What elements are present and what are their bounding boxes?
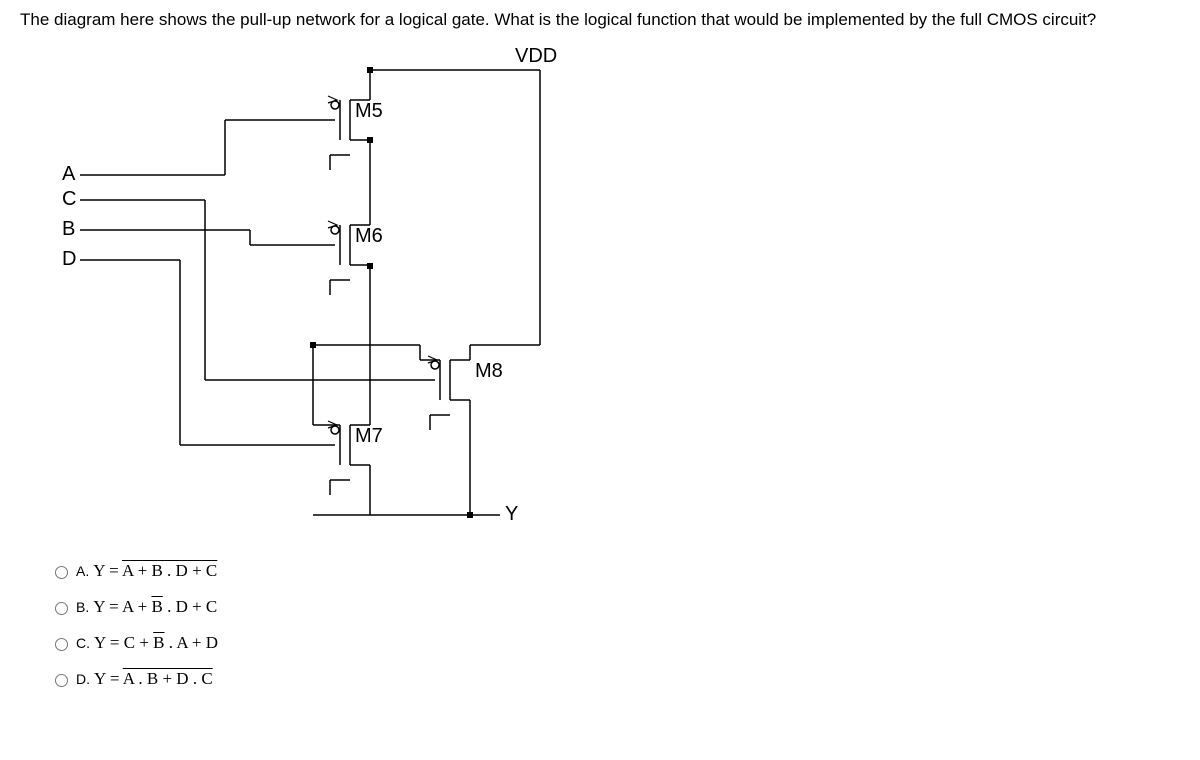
label-c: C: [62, 188, 76, 211]
option-c[interactable]: C. Y = C + B . A + D: [50, 633, 1180, 653]
label-b: B: [62, 218, 75, 241]
circuit-diagram: VDD A C B D M5 M6 M7 M8 Y: [50, 45, 650, 545]
label-m6: M6: [355, 225, 383, 248]
option-c-text: Y = C + B . A + D: [94, 633, 218, 653]
option-a-radio[interactable]: [55, 566, 68, 579]
label-m5: M5: [355, 100, 383, 123]
option-c-letter: C.: [76, 635, 90, 651]
option-d-text: Y = A . B + D . C: [94, 669, 213, 689]
option-a[interactable]: A. Y = A + B . D + C: [50, 561, 1180, 581]
option-b-radio[interactable]: [55, 602, 68, 615]
label-m7: M7: [355, 425, 383, 448]
label-vdd: VDD: [515, 45, 557, 68]
option-d[interactable]: D. Y = A . B + D . C: [50, 669, 1180, 689]
answer-options: A. Y = A + B . D + C B. Y = A + B . D + …: [50, 561, 1180, 689]
label-d: D: [62, 248, 76, 271]
option-c-radio[interactable]: [55, 638, 68, 651]
option-d-radio[interactable]: [55, 674, 68, 687]
option-b-letter: B.: [76, 599, 89, 615]
option-b-text: Y = A + B . D + C: [93, 597, 217, 617]
option-a-letter: A.: [76, 563, 89, 579]
option-b[interactable]: B. Y = A + B . D + C: [50, 597, 1180, 617]
question-text: The diagram here shows the pull-up netwo…: [20, 10, 1180, 30]
option-d-letter: D.: [76, 671, 90, 687]
label-a: A: [62, 163, 75, 186]
option-a-text: Y = A + B . D + C: [93, 561, 217, 581]
label-y: Y: [505, 503, 518, 526]
label-m8: M8: [475, 360, 503, 383]
